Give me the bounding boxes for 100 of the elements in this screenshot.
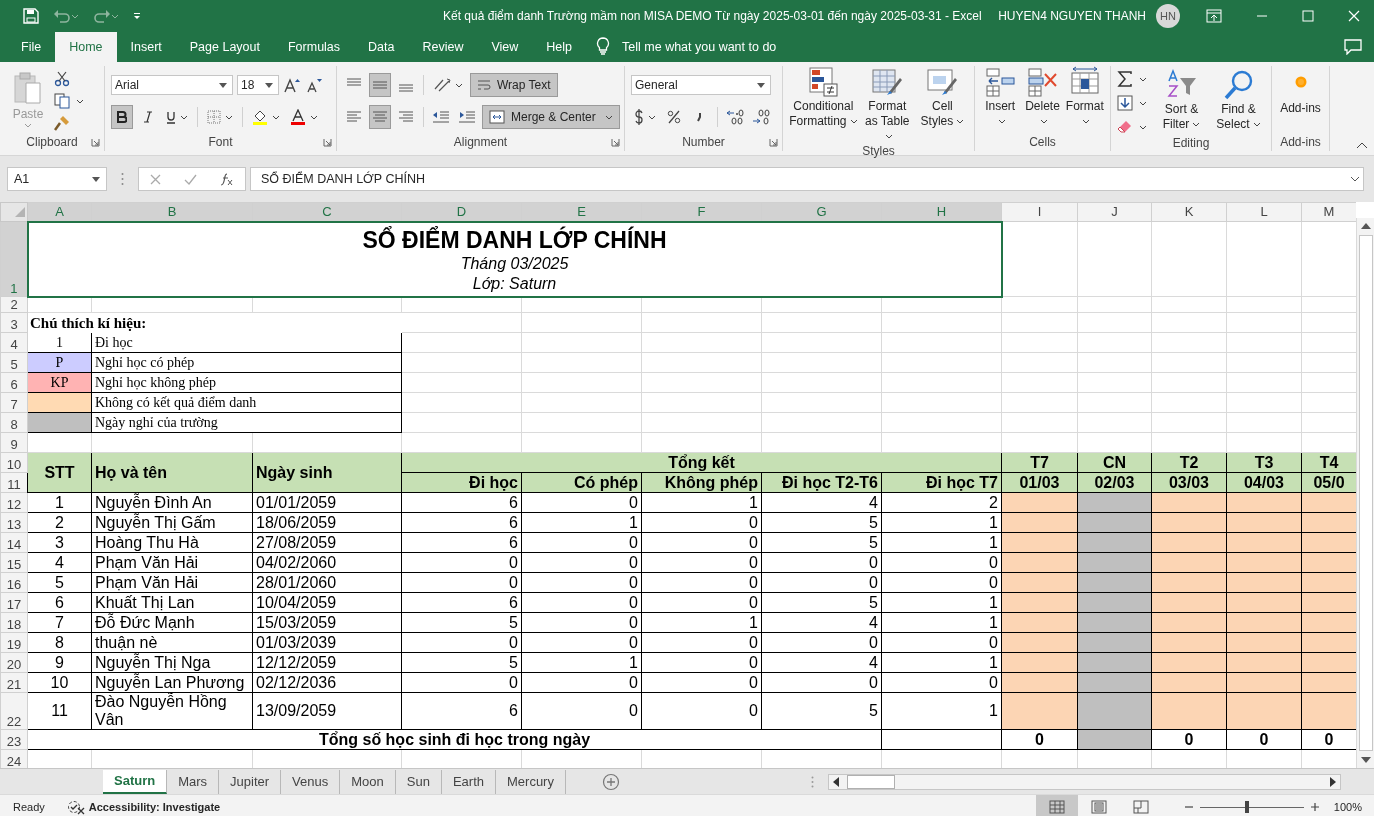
ribbon-tab[interactable]: Insert xyxy=(116,32,176,62)
column-header[interactable]: M xyxy=(1301,202,1356,222)
ribbon-button[interactable]: Delete xyxy=(1023,66,1062,129)
shrink-font-icon[interactable] xyxy=(305,77,323,93)
dialog-launcher-icon[interactable] xyxy=(611,138,620,147)
row-header[interactable]: 11 xyxy=(0,472,28,493)
caret-icon[interactable] xyxy=(1139,124,1147,130)
accessibility-icon[interactable] xyxy=(66,799,85,815)
scroll-thumb[interactable] xyxy=(846,774,895,789)
sheet-tab[interactable]: Saturn xyxy=(103,769,168,794)
column-header[interactable]: J xyxy=(1077,202,1152,222)
wrap-text-button[interactable]: Wrap Text xyxy=(470,73,558,97)
ribbon-tab[interactable]: Help xyxy=(532,32,587,62)
row-header[interactable]: 19 xyxy=(0,632,28,653)
column-header[interactable]: L xyxy=(1226,202,1302,222)
row-header[interactable]: 4 xyxy=(0,332,28,353)
column-header[interactable]: D xyxy=(401,202,522,222)
function-icon[interactable] xyxy=(219,172,234,186)
grow-font-icon[interactable] xyxy=(283,77,301,93)
row-header[interactable]: 15 xyxy=(0,552,28,573)
column-header[interactable]: H xyxy=(881,202,1002,222)
ribbon-tab[interactable]: Review xyxy=(408,32,478,62)
row-header[interactable]: 5 xyxy=(0,352,28,373)
save-icon[interactable] xyxy=(23,8,39,24)
drag-handle-icon[interactable] xyxy=(121,172,124,186)
caret-icon[interactable] xyxy=(1139,76,1147,82)
row-header[interactable]: 18 xyxy=(0,612,28,633)
sheet-tab[interactable]: Mars xyxy=(167,769,220,794)
name-box[interactable]: A1 xyxy=(7,167,107,191)
row-header[interactable]: 23 xyxy=(0,729,28,750)
zoom-in-icon[interactable] xyxy=(1309,802,1320,812)
column-header[interactable]: C xyxy=(252,202,402,222)
row-header[interactable]: 8 xyxy=(0,412,28,433)
eraser-icon[interactable] xyxy=(1117,119,1133,135)
ribbon-button[interactable]: Cell Styles xyxy=(916,66,968,129)
column-header[interactable]: I xyxy=(1001,202,1078,222)
row-header[interactable]: 21 xyxy=(0,672,28,693)
horizontal-scrollbar[interactable] xyxy=(827,773,1341,790)
caret-icon[interactable] xyxy=(76,98,84,104)
ribbon-button[interactable]: Format xyxy=(1065,66,1104,129)
ribbon-tab[interactable]: File xyxy=(0,32,56,62)
scissors-icon[interactable] xyxy=(54,71,70,87)
autosum-icon[interactable] xyxy=(1117,71,1133,87)
column-header[interactable]: A xyxy=(27,202,92,222)
caret-icon[interactable] xyxy=(1139,100,1147,106)
ribbon-button[interactable]: Find & Select xyxy=(1212,69,1265,132)
row-header[interactable]: 14 xyxy=(0,532,28,553)
dialog-launcher-icon[interactable] xyxy=(91,138,100,147)
merge-center-button[interactable]: Merge & Center xyxy=(482,105,620,129)
dialog-launcher-icon[interactable] xyxy=(323,138,332,147)
row-header[interactable]: 9 xyxy=(0,432,28,453)
row-header[interactable]: 12 xyxy=(0,492,28,513)
row-header[interactable]: 10 xyxy=(0,452,28,473)
sheet-tab[interactable]: Venus xyxy=(281,769,341,794)
ribbon-button[interactable]: Insert xyxy=(981,66,1020,129)
row-header[interactable]: 16 xyxy=(0,572,28,593)
bold-button[interactable] xyxy=(111,105,133,129)
row-header[interactable]: 3 xyxy=(0,312,28,333)
column-header[interactable]: B xyxy=(91,202,253,222)
row-header[interactable]: 20 xyxy=(0,652,28,673)
ribbon-tab[interactable]: Formulas xyxy=(273,32,355,62)
view-button[interactable] xyxy=(1035,795,1078,816)
ribbon-tab[interactable]: View xyxy=(477,32,533,62)
user-avatar[interactable]: HN xyxy=(1156,4,1180,28)
maximize-icon[interactable] xyxy=(1302,10,1314,22)
zoom-level[interactable]: 100% xyxy=(1333,801,1362,813)
formula-field[interactable]: SỔ ĐIỂM DANH LỚP CHÍNH xyxy=(250,167,1364,191)
row-header[interactable]: 1 xyxy=(0,221,28,297)
sheet-tab[interactable]: Mercury xyxy=(496,769,566,794)
sheet-tab[interactable]: Earth xyxy=(441,769,496,794)
copy-icon[interactable] xyxy=(54,93,70,109)
redo-icon[interactable] xyxy=(93,9,119,23)
ribbon-button[interactable]: Sort & Filter xyxy=(1155,69,1208,132)
row-header[interactable]: 13 xyxy=(0,512,28,533)
undo-icon[interactable] xyxy=(53,9,79,23)
row-header[interactable]: 22 xyxy=(0,692,28,730)
add-sheet-icon[interactable] xyxy=(601,772,620,791)
row-header[interactable]: 7 xyxy=(0,392,28,413)
row-header[interactable]: 6 xyxy=(0,372,28,393)
font-name-field[interactable]: Arial xyxy=(111,75,233,95)
column-header[interactable]: G xyxy=(761,202,882,222)
dialog-launcher-icon[interactable] xyxy=(769,138,778,147)
row-header[interactable]: 17 xyxy=(0,592,28,613)
ribbon-button[interactable]: Add-ins xyxy=(1278,66,1323,116)
collapse-ribbon-icon[interactable] xyxy=(1356,142,1368,149)
ribbon-tab[interactable]: Data xyxy=(354,32,409,62)
format-painter-icon[interactable] xyxy=(54,115,70,131)
zoom-slider-thumb[interactable] xyxy=(1244,801,1249,813)
font-size-field[interactable]: 18 xyxy=(237,75,279,95)
ribbon-tab[interactable]: Home xyxy=(55,32,117,62)
tell-me-search[interactable]: Tell me what you want to do xyxy=(622,32,777,62)
ribbon-display-icon[interactable] xyxy=(1206,9,1222,23)
checkmark-icon[interactable] xyxy=(184,173,197,185)
comment-icon[interactable] xyxy=(1344,39,1362,55)
selection-border[interactable]: SỔ ĐIỂM DANH LỚP CHÍNH Tháng 03/2025 Lớp: Saturn xyxy=(27,221,1002,297)
number-format-field[interactable]: General xyxy=(631,75,771,95)
ribbon-button[interactable]: Format as Table xyxy=(861,66,913,144)
column-header[interactable]: E xyxy=(521,202,642,222)
customize-icon[interactable] xyxy=(133,12,141,20)
fill-down-icon[interactable] xyxy=(1117,95,1133,111)
